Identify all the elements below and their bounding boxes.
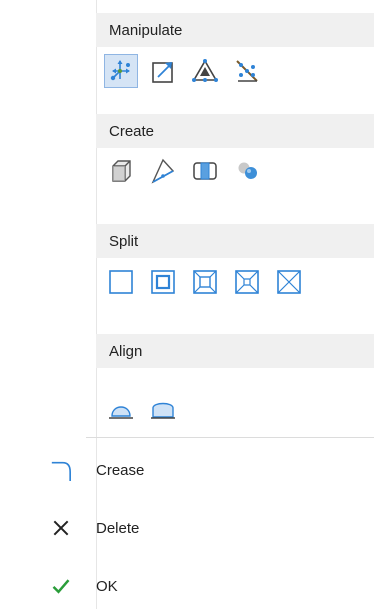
split-square-4-icon	[235, 270, 259, 294]
split-tools	[104, 264, 306, 300]
plane-button[interactable]	[146, 154, 180, 188]
spheres-icon	[238, 162, 257, 179]
plane-icon	[151, 158, 175, 184]
crease-label: Crease	[96, 461, 145, 479]
box-icon	[112, 160, 131, 182]
align-tools	[104, 390, 180, 426]
split-5-button[interactable]	[272, 265, 306, 299]
split-square-5-icon	[277, 270, 301, 294]
section-label: Align	[109, 342, 143, 360]
edge-slide-icon	[236, 60, 258, 82]
delete-label: Delete	[96, 519, 140, 537]
edge-slide-button[interactable]	[230, 54, 264, 88]
context-menu: Manipulate Create Split Align Crease Del…	[0, 0, 374, 609]
align-1-button[interactable]	[104, 391, 138, 425]
manipulate-tools	[104, 53, 264, 89]
align-arc-1-icon	[109, 406, 133, 419]
scale-box-icon	[152, 62, 173, 83]
section-label: Manipulate	[109, 21, 183, 39]
box-button[interactable]	[104, 154, 138, 188]
split-square-2-icon	[151, 270, 175, 294]
split-1-button[interactable]	[104, 265, 138, 299]
ok-label: OK	[96, 577, 118, 595]
crease-icon	[45, 454, 77, 486]
split-square-1-icon	[109, 270, 133, 294]
section-header-split: Split	[96, 224, 374, 258]
triangle-vertices-icon	[192, 59, 218, 82]
checkmark-icon	[45, 570, 77, 602]
split-3-button[interactable]	[188, 265, 222, 299]
section-label: Split	[109, 232, 139, 250]
section-header-align: Align	[96, 334, 374, 368]
bridge-button[interactable]	[188, 154, 222, 188]
section-header-create: Create	[96, 114, 374, 148]
delete-x-icon	[45, 512, 77, 544]
split-2-button[interactable]	[146, 265, 180, 299]
section-label: Create	[109, 122, 155, 140]
align-arc-2-icon	[151, 402, 175, 419]
create-tools	[104, 153, 264, 189]
triangle-tool-button[interactable]	[188, 54, 222, 88]
split-4-button[interactable]	[230, 265, 264, 299]
delete-command[interactable]: Delete	[0, 500, 374, 556]
separator	[86, 437, 374, 438]
ok-command[interactable]: OK	[0, 558, 374, 614]
crease-command[interactable]: Crease	[0, 442, 374, 498]
move-gizmo-icon	[110, 60, 130, 81]
scale-button[interactable]	[146, 54, 180, 88]
move-gizmo-button[interactable]	[104, 54, 138, 88]
bridge-icon	[193, 162, 217, 180]
section-header-manipulate: Manipulate	[96, 13, 374, 47]
split-square-3-icon	[193, 270, 217, 294]
align-2-button[interactable]	[146, 391, 180, 425]
spheres-button[interactable]	[230, 154, 264, 188]
